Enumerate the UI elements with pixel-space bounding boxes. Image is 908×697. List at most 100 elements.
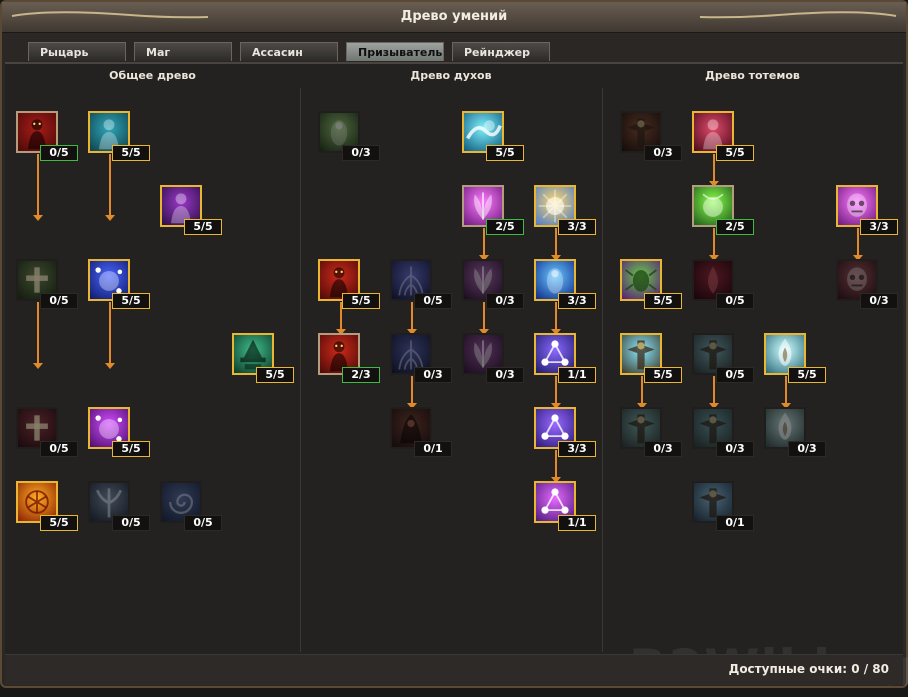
skill-level-badge: 5/5 <box>184 219 222 235</box>
skill-level-badge: 0/3 <box>486 367 524 383</box>
skill-connector-arrow <box>105 302 115 369</box>
skill-level-badge: 5/5 <box>788 367 826 383</box>
skill-red-mask[interactable]: 0/3 <box>836 259 898 309</box>
tab-knight[interactable]: Рыцарь <box>28 42 126 61</box>
skill-fire-sigil[interactable]: 5/5 <box>16 481 78 531</box>
skill-tree-area: Общее древо Древо духов Древо тотемов R2… <box>5 62 908 697</box>
skill-level-badge: 0/3 <box>860 293 898 309</box>
skill-level-badge: 1/1 <box>558 367 596 383</box>
skill-level-badge: 0/1 <box>414 441 452 457</box>
skill-red-drop[interactable]: 0/5 <box>692 259 754 309</box>
skill-level-badge: 0/5 <box>716 367 754 383</box>
skill-purple-trinity[interactable]: 1/1 <box>534 333 596 383</box>
skill-level-badge: 0/5 <box>40 145 78 161</box>
skill-dark-totem[interactable]: 0/3 <box>620 111 682 161</box>
skill-teal-totem[interactable]: 0/5 <box>692 333 754 383</box>
skill-connector-arrow <box>33 154 43 221</box>
skill-cyan-wave[interactable]: 5/5 <box>462 111 524 161</box>
skill-level-badge: 0/3 <box>414 367 452 383</box>
skill-blue-tree[interactable]: 0/5 <box>88 481 150 531</box>
tab-assassin[interactable]: Ассасин <box>240 42 338 61</box>
skill-red-demon-3[interactable]: 2/3 <box>318 333 380 383</box>
available-points: Доступные очки: 0 / 80 <box>728 662 889 676</box>
skill-level-badge: 3/3 <box>860 219 898 235</box>
skill-red-demon-2[interactable]: 5/5 <box>318 259 380 309</box>
skill-red-figure[interactable]: 5/5 <box>692 111 754 161</box>
skill-green-cross[interactable]: 0/5 <box>16 259 78 309</box>
column-title-spirits: Древо духов <box>410 69 492 82</box>
skill-connector-arrow <box>33 302 43 369</box>
skill-pink-mask[interactable]: 3/3 <box>836 185 898 235</box>
skill-purple-trinity-2[interactable]: 3/3 <box>534 407 596 457</box>
skill-level-badge: 0/3 <box>342 145 380 161</box>
skill-pink-trinity[interactable]: 1/1 <box>534 481 596 531</box>
column-title-general: Общее древо <box>109 69 196 82</box>
skill-level-badge: 5/5 <box>112 145 150 161</box>
skill-pink-flower-3[interactable]: 0/3 <box>462 333 524 383</box>
skill-tree-window: Древо умений Рыцарь Маг Ассасин Призыват… <box>0 0 908 697</box>
skill-level-badge: 0/3 <box>788 441 826 457</box>
skill-purple-figure[interactable]: 5/5 <box>160 185 222 235</box>
skill-gold-totem-2[interactable]: 0/3 <box>620 407 682 457</box>
skill-level-badge: 2/5 <box>486 219 524 235</box>
skill-green-hat[interactable]: 5/5 <box>232 333 294 383</box>
column-divider <box>602 88 603 652</box>
skill-level-badge: 5/5 <box>716 145 754 161</box>
footer-bar: Доступные очки: 0 / 80 <box>5 654 903 685</box>
skill-level-badge: 3/3 <box>558 293 596 309</box>
skill-level-badge: 2/5 <box>716 219 754 235</box>
skill-level-badge: 5/5 <box>644 293 682 309</box>
column-title-totems: Древо тотемов <box>705 69 800 82</box>
skill-red-demon[interactable]: 0/5 <box>16 111 78 161</box>
skill-level-badge: 5/5 <box>644 367 682 383</box>
skill-level-badge: 0/5 <box>414 293 452 309</box>
skill-level-badge: 0/5 <box>40 293 78 309</box>
skill-green-beetle[interactable]: 5/5 <box>620 259 682 309</box>
skill-level-badge: 1/1 <box>558 515 596 531</box>
skill-blue-totem[interactable]: 0/1 <box>692 481 754 531</box>
skill-level-badge: 0/1 <box>716 515 754 531</box>
skill-pink-flower-2[interactable]: 0/3 <box>462 259 524 309</box>
skill-pink-flower[interactable]: 2/5 <box>462 185 524 235</box>
tab-summoner[interactable]: Призыватель <box>346 42 444 61</box>
skill-blue-spirit[interactable]: 3/3 <box>534 259 596 309</box>
skill-green-orb[interactable]: 2/5 <box>692 185 754 235</box>
skill-level-badge: 5/5 <box>112 293 150 309</box>
skill-level-badge: 0/3 <box>486 293 524 309</box>
skill-blue-roots[interactable]: 0/5 <box>390 259 452 309</box>
skill-level-badge: 0/5 <box>184 515 222 531</box>
skill-level-badge: 3/3 <box>558 441 596 457</box>
skill-level-badge: 5/5 <box>256 367 294 383</box>
window-title: Древо умений <box>400 9 508 24</box>
skill-connector-arrow <box>105 154 115 221</box>
skill-red-cross[interactable]: 0/5 <box>16 407 78 457</box>
skill-gold-totem[interactable]: 5/5 <box>620 333 682 383</box>
skill-green-spirit[interactable]: 0/3 <box>318 111 380 161</box>
skill-level-badge: 3/3 <box>558 219 596 235</box>
skill-level-badge: 5/5 <box>342 293 380 309</box>
skill-level-badge: 0/3 <box>644 441 682 457</box>
skill-blue-swirl[interactable]: 0/5 <box>160 481 222 531</box>
column-divider <box>300 88 301 652</box>
skill-white-flame[interactable]: 5/5 <box>764 333 826 383</box>
skill-level-badge: 0/5 <box>40 441 78 457</box>
window-titlebar: Древо умений <box>2 2 906 33</box>
skill-blue-orbs[interactable]: 5/5 <box>88 259 150 309</box>
skill-level-badge: 5/5 <box>486 145 524 161</box>
skill-level-badge: 5/5 <box>112 441 150 457</box>
skill-level-badge: 0/5 <box>112 515 150 531</box>
skill-level-badge: 0/3 <box>716 441 754 457</box>
skill-cyan-figure[interactable]: 5/5 <box>88 111 150 161</box>
skill-level-badge: 5/5 <box>40 515 78 531</box>
tab-ranger[interactable]: Рейнджер <box>452 42 550 61</box>
tab-mage[interactable]: Маг <box>134 42 232 61</box>
skill-magenta-orbs[interactable]: 5/5 <box>88 407 150 457</box>
skill-teal-totem-2[interactable]: 0/3 <box>692 407 754 457</box>
skill-dark-cloak[interactable]: 0/1 <box>390 407 452 457</box>
skill-bright-burst[interactable]: 3/3 <box>534 185 596 235</box>
skill-white-flame-2[interactable]: 0/3 <box>764 407 826 457</box>
skill-level-badge: 0/3 <box>644 145 682 161</box>
skill-level-badge: 2/3 <box>342 367 380 383</box>
skill-level-badge: 0/5 <box>716 293 754 309</box>
skill-blue-roots-2[interactable]: 0/3 <box>390 333 452 383</box>
